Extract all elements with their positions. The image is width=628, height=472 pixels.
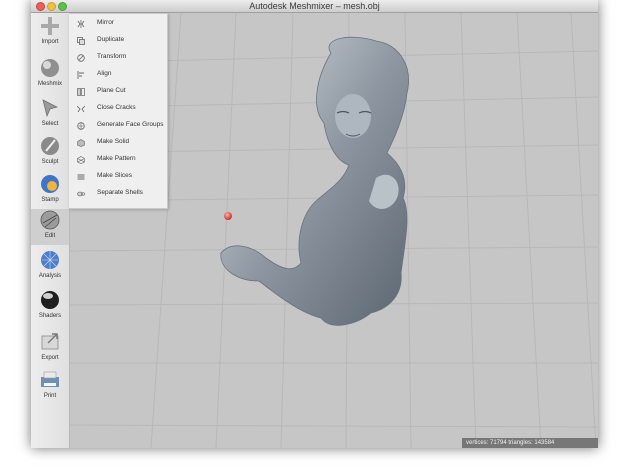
toolbar-item-edit[interactable]: Edit xyxy=(31,209,69,245)
stamp-icon xyxy=(41,175,59,193)
toolbar-item-import[interactable]: Import xyxy=(31,15,69,51)
analysis-icon xyxy=(41,251,59,269)
sculpt-brush-icon xyxy=(41,137,59,155)
plus-icon xyxy=(41,17,59,35)
shaders-sphere-icon xyxy=(41,291,59,309)
mesh-model[interactable] xyxy=(220,36,409,326)
plane-cut-icon xyxy=(77,88,85,96)
toolbar-item-shaders[interactable]: Shaders xyxy=(31,289,69,325)
menu-item-generate-face-groups[interactable]: Generate Face Groups xyxy=(69,118,167,135)
minimize-window-button[interactable] xyxy=(47,2,56,11)
edit-menu: Mirror Duplicate Transform Align Plane C… xyxy=(69,13,168,209)
print-icon xyxy=(41,371,59,387)
menu-item-duplicate[interactable]: Duplicate xyxy=(69,33,167,50)
mesh-stats-status: vertices: 71794 triangles: 143584 xyxy=(462,438,598,448)
app-window: Autodesk Meshmixer – mesh.obj Import Mes… xyxy=(31,0,598,448)
menu-item-separate-shells[interactable]: Separate Shells xyxy=(69,186,167,203)
menu-item-make-solid[interactable]: Make Solid xyxy=(69,135,167,152)
duplicate-icon xyxy=(77,37,85,45)
edit-icon xyxy=(40,210,60,230)
menu-item-plane-cut[interactable]: Plane Cut xyxy=(69,84,167,101)
meshmix-sphere-icon xyxy=(41,59,59,77)
toolbar-item-sculpt[interactable]: Sculpt xyxy=(31,135,69,171)
align-icon xyxy=(77,71,84,79)
toolbar-item-export[interactable]: Export xyxy=(31,331,69,367)
make-solid-icon xyxy=(77,139,85,147)
face-groups-icon xyxy=(77,122,85,130)
mirror-icon xyxy=(77,20,85,28)
menu-item-align[interactable]: Align xyxy=(69,67,167,84)
make-slices-icon xyxy=(77,174,85,180)
close-window-button[interactable] xyxy=(36,2,45,11)
make-pattern-icon xyxy=(77,156,85,164)
export-icon xyxy=(41,333,59,350)
toolbar-item-analysis[interactable]: Analysis xyxy=(31,249,69,285)
menu-item-make-slices[interactable]: Make Slices xyxy=(69,169,167,186)
close-cracks-icon xyxy=(77,105,85,113)
main-toolbar: Import Meshmix Select Sculpt Stamp Edit … xyxy=(31,13,70,448)
title-bar: Autodesk Meshmixer – mesh.obj xyxy=(31,0,598,13)
window-title: Autodesk Meshmixer – mesh.obj xyxy=(249,1,380,11)
menu-item-transform[interactable]: Transform xyxy=(69,50,167,67)
menu-item-mirror[interactable]: Mirror xyxy=(69,16,167,33)
transform-icon xyxy=(77,54,85,62)
separate-shells-icon xyxy=(77,191,85,197)
toolbar-item-select[interactable]: Select xyxy=(31,97,69,133)
pivot-point[interactable] xyxy=(224,212,232,220)
menu-item-make-pattern[interactable]: Make Pattern xyxy=(69,152,167,169)
select-arrow-icon xyxy=(42,99,58,118)
toolbar-item-print[interactable]: Print xyxy=(31,369,69,405)
zoom-window-button[interactable] xyxy=(58,2,67,11)
toolbar-item-meshmix[interactable]: Meshmix xyxy=(31,57,69,93)
toolbar-item-stamp[interactable]: Stamp xyxy=(31,173,69,209)
menu-item-close-cracks[interactable]: Close Cracks xyxy=(69,101,167,118)
